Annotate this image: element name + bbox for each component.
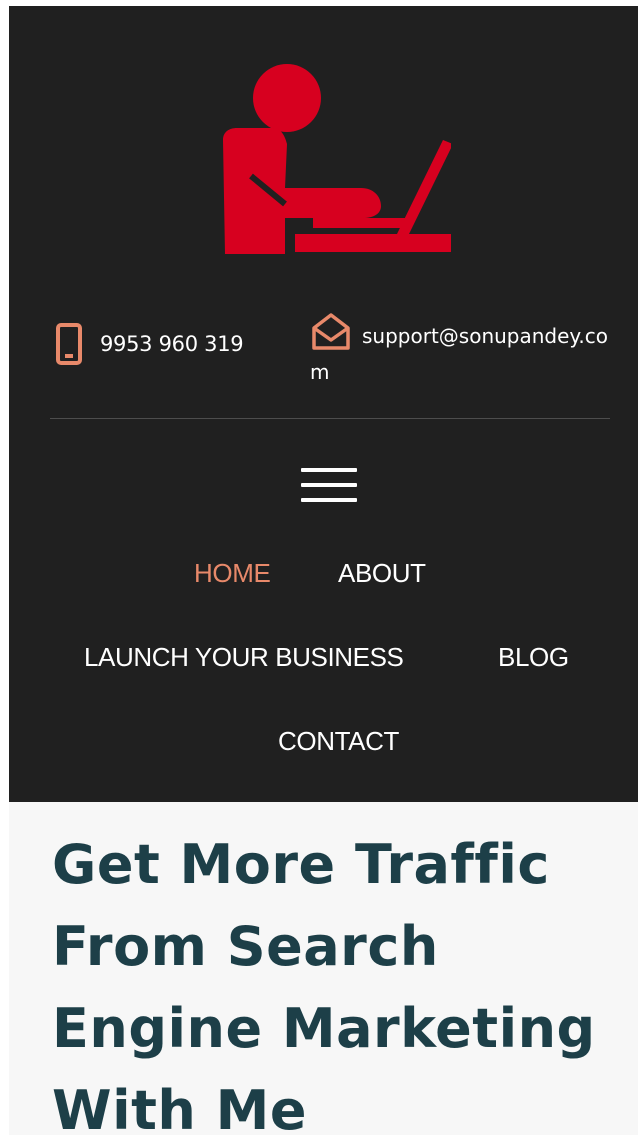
nav-home[interactable]: HOME — [194, 558, 271, 588]
phone-icon — [56, 323, 82, 365]
page: 9953 960 319 support@sonupandey.com HOME… — [0, 0, 638, 1135]
phone-number: 9953 960 319 — [100, 332, 244, 356]
nav-contact[interactable]: CONTACT — [278, 726, 399, 756]
hamburger-menu-icon[interactable] — [301, 466, 357, 504]
person-at-laptop-icon[interactable] — [211, 64, 451, 254]
nav-launch-your-business[interactable]: LAUNCH YOUR BUSINESS — [84, 642, 404, 672]
phone-contact[interactable]: 9953 960 319 — [56, 322, 244, 366]
nav-blog[interactable]: BLOG — [498, 642, 569, 672]
header-divider — [50, 418, 610, 419]
site-header: 9953 960 319 support@sonupandey.com HOME… — [9, 6, 638, 802]
email-address: support@sonupandey.com — [310, 324, 608, 384]
hero-section: Get More Traffic From Search Engine Mark… — [9, 802, 638, 1135]
hero-headline: Get More Traffic From Search Engine Mark… — [52, 833, 596, 1135]
nav-about[interactable]: ABOUT — [338, 558, 426, 588]
